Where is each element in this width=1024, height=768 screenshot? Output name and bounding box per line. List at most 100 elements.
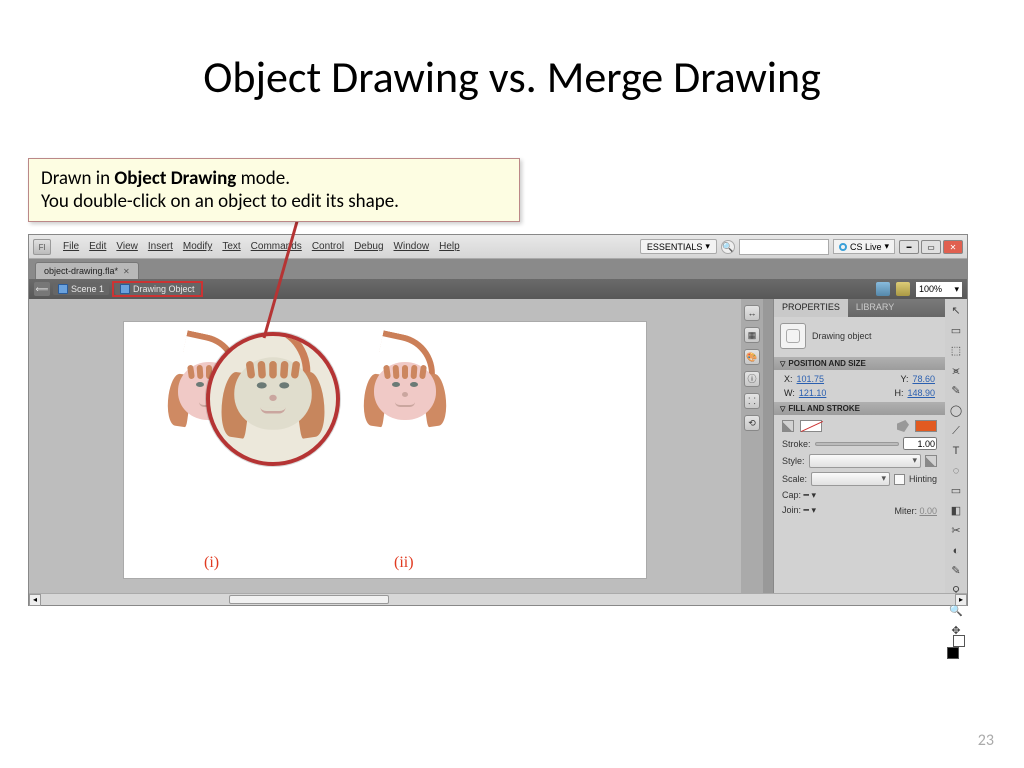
workspace-switcher[interactable]: ESSENTIALS▾ [640,239,717,254]
callout-line2: You double-click on an object to edit it… [41,190,507,213]
w-label: W: [784,388,795,398]
menu-debug[interactable]: Debug [350,239,387,254]
slide-title: Object Drawing vs. Merge Drawing [0,0,1024,124]
tab-library[interactable]: LIBRARY [848,299,902,317]
cs-live-icon [839,243,847,251]
menu-help[interactable]: Help [435,239,464,254]
breadcrumb-scene[interactable]: Scene 1 [53,283,109,295]
object-type-label: Drawing object [812,331,872,341]
oval-primitive-tool[interactable]: ◌ [947,463,965,480]
horizontal-scrollbar[interactable]: ◂ ▸ [29,593,967,605]
fill-color-swatch[interactable] [915,420,937,432]
free-transform-tool[interactable]: ⬚ [947,343,965,360]
h-label: H: [894,388,903,398]
cap-dropdown[interactable]: ━ ▾ [804,490,816,500]
eraser-tool[interactable]: ✂ [947,523,965,540]
stage-wrap: (i) (ii) [29,299,741,593]
strip-icon-4[interactable]: ⸬ [744,393,760,409]
stage-canvas[interactable]: (i) (ii) [123,321,647,579]
miter-label: Miter: [894,506,917,516]
window-close-button[interactable]: ✕ [943,240,963,254]
strip-icon-1[interactable]: ▦ [744,327,760,343]
app-logo: Fl [33,239,51,255]
edit-style-icon[interactable] [925,455,937,467]
scroll-right-icon[interactable]: ▸ [955,594,967,606]
menu-view[interactable]: View [112,239,142,254]
text-tool[interactable]: T [947,443,965,460]
x-value[interactable]: 101.75 [797,374,825,384]
page-number: 23 [978,731,994,750]
cs-live-button[interactable]: CS Live▾ [833,239,895,254]
caption-ii: (ii) [394,554,414,572]
callout-line1-pre: Drawn in [41,167,114,190]
section-fill-and-stroke[interactable]: ▽FILL AND STROKE [774,402,945,415]
deco-tool[interactable]: ◧ [947,503,965,520]
object-thumbnail-icon [780,323,806,349]
scroll-left-icon[interactable]: ◂ [29,594,41,606]
y-value[interactable]: 78.60 [912,374,935,384]
drawing-face-ii[interactable] [360,340,450,430]
stroke-style-dropdown[interactable] [809,454,921,468]
stroke-weight-slider[interactable] [815,442,899,446]
subselect-tool[interactable]: ▭ [947,323,965,340]
paint-bucket-tool[interactable]: ◐ [947,543,965,560]
fill-color-icon [897,420,909,432]
tab-properties[interactable]: PROPERTIES [774,299,848,317]
lasso-tool[interactable]: ⪤ [947,363,965,380]
properties-panel: PROPERTIES LIBRARY Drawing object ▽POSIT… [773,299,945,593]
menu-file[interactable]: File [59,239,83,254]
stroke-scale-label: Scale: [782,474,807,484]
scrollbar-thumb[interactable] [229,595,389,604]
rectangle-tool[interactable]: ▭ [947,483,965,500]
callout-line1-bold: Object Drawing [114,167,236,190]
zoom-field[interactable]: 100%▾ [916,282,962,297]
pencil-tool[interactable]: ✎ [947,563,965,580]
stroke-weight-label: Stroke: [782,439,811,449]
menu-window[interactable]: Window [390,239,434,254]
hinting-checkbox[interactable] [894,474,905,485]
edit-scene-icon[interactable] [876,282,890,296]
panel-divider[interactable] [763,299,773,593]
callout-box: Drawn in Object Drawing mode. You double… [28,158,520,222]
strip-icon-5[interactable]: ⟲ [744,415,760,431]
join-dropdown[interactable]: ━ ▾ [804,505,816,515]
selection-tool[interactable]: ↖ [947,303,965,320]
y-label: Y: [900,374,908,384]
hinting-label: Hinting [909,474,937,484]
x-label: X: [784,374,793,384]
oval-tool[interactable]: ◯ [947,403,965,420]
stroke-style-label: Style: [782,456,805,466]
callout-pointer [168,214,328,354]
search-input[interactable] [739,239,829,255]
object-icon [120,284,130,294]
pen-tool[interactable]: ✎ [947,383,965,400]
nav-back-icon[interactable]: ⟸ [34,282,50,296]
cap-label: Cap: [782,490,801,500]
stroke-weight-input[interactable] [903,437,937,450]
edit-symbols-icon[interactable] [896,282,910,296]
line-tool[interactable]: ⟋ [947,423,965,440]
stroke-color-icon [782,420,794,432]
collapsed-panel-strip: ↔ ▦ 🎨 ⓘ ⸬ ⟲ [741,299,763,593]
scene-icon [58,284,68,294]
close-tab-icon[interactable]: ✕ [123,267,130,276]
document-tab-label: object-drawing.fla* [44,266,118,276]
join-label: Join: [782,505,801,515]
stroke-color-swatch[interactable] [800,420,822,432]
callout-line1-post: mode. [236,167,290,190]
document-tab[interactable]: object-drawing.fla* ✕ [35,262,139,279]
miter-value[interactable]: 0.00 [919,506,937,516]
strip-icon-3[interactable]: ⓘ [744,371,760,387]
menu-edit[interactable]: Edit [85,239,110,254]
h-value[interactable]: 148.90 [907,388,935,398]
stroke-scale-dropdown[interactable] [811,472,890,486]
window-minimize-button[interactable]: ━ [899,240,919,254]
strip-icon-0[interactable]: ↔ [744,305,760,321]
window-maximize-button[interactable]: ▭ [921,240,941,254]
w-value[interactable]: 121.10 [799,388,827,398]
section-position-and-size[interactable]: ▽POSITION AND SIZE [774,357,945,370]
tools-panel: ↖ ▭ ⬚ ⪤ ✎ ◯ ⟋ T ◌ ▭ ◧ ✂ ◐ ✎ ⚲ 🔍 ✥ [945,299,967,593]
strip-icon-2[interactable]: 🎨 [744,349,760,365]
search-icon: 🔍 [721,240,735,254]
caption-i: (i) [204,554,219,572]
